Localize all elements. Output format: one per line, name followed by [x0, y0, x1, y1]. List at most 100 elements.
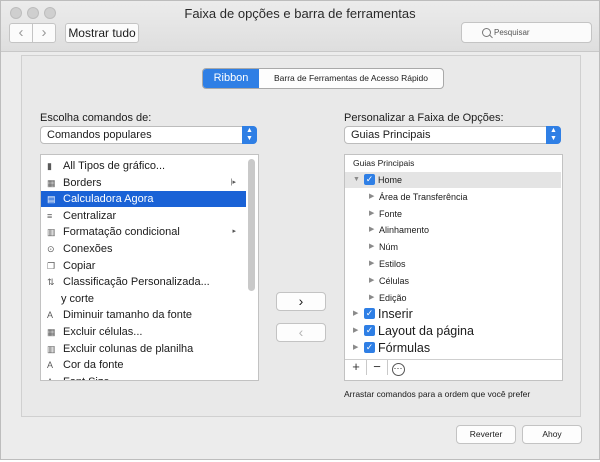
ribbon-tab-item[interactable]: ▶ ✓ Inserir: [345, 306, 561, 322]
checkbox-checked[interactable]: ✓: [364, 174, 375, 185]
disclosure-collapsed-icon[interactable]: ▶: [353, 306, 358, 322]
command-item-label: Copiar: [63, 259, 96, 272]
sort-icon: ⇅: [47, 277, 55, 288]
command-item-label: Classificação Personalizada...: [63, 276, 210, 289]
command-item[interactable]: A Diminuir tamanho da fonte: [41, 307, 246, 323]
command-item[interactable]: A Font Size: [41, 374, 246, 380]
tab-options-button[interactable]: ⋯: [388, 360, 408, 376]
disclosure-collapsed-icon[interactable]: ▶: [353, 323, 358, 339]
ribbon-tabs-value: Guias Principais: [351, 129, 431, 141]
ribbon-tab-item[interactable]: ▶ ✓ Fórmulas: [345, 340, 561, 356]
command-item[interactable]: ▥ Excluir colunas de planilha: [41, 341, 246, 357]
chevron-right-icon: ›: [41, 24, 47, 41]
command-item[interactable]: ≡ Centralizar: [41, 208, 246, 224]
commands-list-scrollbar[interactable]: [248, 159, 255, 291]
command-item-label: Borders: [63, 176, 102, 189]
command-item[interactable]: A Cor da fonte: [41, 357, 246, 373]
disclosure-collapsed-icon[interactable]: ▶: [369, 206, 374, 222]
center-icon: ≡: [47, 210, 53, 221]
dropdown-arrows-icon: ▲ ▼: [242, 126, 257, 144]
command-item-label: Font Size: [63, 374, 109, 380]
tree-item-label: Fórmulas: [378, 341, 431, 355]
disclosure-collapsed-icon[interactable]: ▶: [369, 290, 374, 306]
back-button[interactable]: ‹: [9, 23, 33, 43]
ribbon-tab-item[interactable]: ▼ ✓ Home: [345, 172, 561, 188]
search-input[interactable]: Pesquisar: [461, 22, 592, 43]
checkbox-checked[interactable]: ✓: [364, 342, 375, 353]
command-item-label: Centralizar: [63, 209, 117, 222]
tree-item-label: Edição: [379, 292, 407, 303]
ribbon-group-item[interactable]: ▶ Alinhamento: [345, 222, 561, 238]
font-size-icon: A: [47, 377, 57, 380]
command-item[interactable]: ▤ Calculadora Agora: [41, 191, 246, 208]
add-tab-button[interactable]: +: [346, 360, 367, 375]
font-color-icon: A: [47, 360, 54, 371]
tree-item-label: Inserir: [378, 307, 413, 322]
ok-button[interactable]: Ahoy: [522, 425, 582, 444]
command-item[interactable]: ▮ All Tipos de gráfico...: [41, 158, 246, 174]
ribbon-group-item[interactable]: ▶ Fonte: [345, 206, 561, 222]
ribbon-group-item[interactable]: ▶ Edição: [345, 290, 561, 306]
choose-commands-label: Escolha comandos de:: [40, 112, 152, 124]
tree-item-label: Células: [379, 275, 410, 286]
command-item-label: Diminuir tamanho da fonte: [63, 309, 193, 322]
command-item[interactable]: ⇅ Classificação Personalizada...: [41, 274, 246, 290]
command-item[interactable]: ▥ Formatação condicional ▸: [41, 224, 246, 240]
window-title: Faixa de opções e barra de ferramentas: [184, 6, 416, 21]
disclosure-collapsed-icon[interactable]: ▶: [369, 222, 374, 238]
command-item-label: Formatação condicional: [63, 226, 180, 239]
command-item-label: Cor da fonte: [63, 359, 124, 372]
commands-list[interactable]: ▮ All Tipos de gráfico... ▦ Borders |▸ ▤ Calcu…: [40, 154, 259, 381]
checkbox-checked[interactable]: ✓: [364, 308, 375, 320]
ribbon-group-item[interactable]: ▶ Núm: [345, 239, 561, 255]
dropdown-arrows-icon: ▲ ▼: [546, 126, 561, 144]
tree-item-label: Estilos: [379, 259, 406, 269]
disclosure-collapsed-icon[interactable]: ▶: [369, 256, 374, 272]
remove-tab-button[interactable]: −: [367, 360, 388, 375]
disclosure-collapsed-icon[interactable]: ▶: [369, 239, 374, 255]
ribbon-group-item[interactable]: ▶ Área de Transferência: [345, 189, 561, 205]
submenu-arrow-icon: ▸: [232, 228, 236, 236]
connections-icon: ⊙: [47, 244, 55, 254]
command-item[interactable]: ▦ Excluir células...: [41, 324, 246, 340]
command-item-label: Conexões: [63, 243, 113, 255]
ribbon-group-item[interactable]: ▶ Células: [345, 273, 561, 289]
tree-item-label: Área de Transferência: [379, 191, 468, 202]
command-item[interactable]: ▦ Borders |▸: [41, 175, 246, 191]
chevron-left-icon: ‹: [18, 24, 24, 41]
tree-item-label: Núm: [379, 242, 399, 253]
forward-button[interactable]: ›: [32, 23, 56, 43]
checkbox-checked[interactable]: ✓: [364, 325, 375, 337]
command-item-label: Excluir células...: [63, 326, 143, 338]
remove-command-button[interactable]: ‹: [276, 323, 326, 342]
preferences-window: Faixa de opções e barra de ferramentas ‹…: [0, 0, 600, 460]
decrease-font-icon: A: [47, 310, 54, 321]
disclosure-collapsed-icon[interactable]: ▶: [369, 273, 374, 289]
delete-columns-icon: ▥: [47, 343, 56, 354]
chevron-right-icon: ›: [298, 293, 304, 309]
commands-source-dropdown[interactable]: Comandos populares ▲ ▼: [40, 126, 257, 144]
disclosure-expanded-icon[interactable]: ▼: [353, 172, 360, 188]
tree-header: Guias Principais: [353, 158, 415, 168]
ribbon-group-item[interactable]: ▶ Estilos: [345, 256, 561, 272]
command-item[interactable]: ⊙ Conexões: [41, 241, 246, 257]
delete-cells-icon: ▦: [47, 327, 56, 337]
tab-ribbon[interactable]: Ribbon: [203, 69, 259, 88]
tree-item-label: Home: [378, 175, 403, 185]
ribbon-tree[interactable]: Guias Principais ▼ ✓ Home ▶ Área de Transfer…: [344, 154, 563, 381]
search-icon: [482, 28, 491, 37]
disclosure-collapsed-icon[interactable]: ▶: [369, 189, 374, 205]
tree-item-label: Layout da página: [378, 324, 474, 339]
tree-item-label: Fonte: [379, 208, 403, 219]
add-command-button[interactable]: ›: [276, 292, 326, 311]
ribbon-tab-item[interactable]: ▶ ✓ Layout da página: [345, 323, 561, 339]
command-item[interactable]: ❐ Copiar: [41, 258, 246, 274]
show-all-button[interactable]: Mostrar tudo: [65, 23, 139, 43]
command-item[interactable]: y corte: [41, 291, 246, 307]
command-item-label: y corte: [61, 292, 95, 305]
tab-quick-access-toolbar[interactable]: Barra de Ferramentas de Acesso Rápido: [259, 69, 443, 88]
disclosure-collapsed-icon[interactable]: ▶: [353, 340, 358, 356]
ribbon-tabs-dropdown[interactable]: Guias Principais ▲ ▼: [344, 126, 561, 144]
revert-button[interactable]: Reverter: [456, 425, 516, 444]
ellipsis-circle-icon: ⋯: [391, 363, 405, 376]
